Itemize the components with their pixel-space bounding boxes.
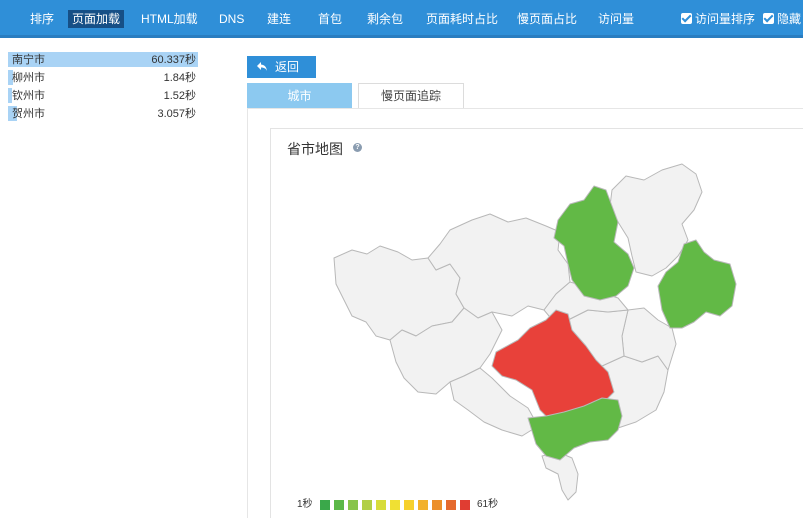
city-row[interactable]: 南宁市 60.337秒 [8, 51, 198, 69]
tab-city[interactable]: 城市 [247, 83, 352, 108]
city-value: 1.52秒 [163, 90, 196, 102]
help-icon[interactable]: ? [353, 143, 362, 152]
visits-sort-label: 访问量排序 [695, 12, 756, 26]
city-name: 南宁市 [12, 54, 45, 66]
back-button[interactable]: 返回 [247, 56, 316, 78]
content-divider [247, 108, 248, 518]
back-button-label: 返回 [275, 60, 300, 74]
nav-dns[interactable]: DNS [215, 10, 248, 28]
tab-slow-page-tracking[interactable]: 慢页面追踪 [358, 83, 464, 108]
nav-first-packet[interactable]: 首包 [314, 10, 346, 28]
hide-checkbox[interactable]: 隐藏 [763, 11, 801, 27]
city-list: 南宁市 60.337秒 柳州市 1.84秒 钦州市 1.52秒 贺州市 3.05… [8, 51, 198, 123]
legend-swatch[interactable] [362, 500, 372, 510]
hide-label: 隐藏 [777, 12, 802, 26]
tab-underline [247, 108, 803, 109]
nav-html-load[interactable]: HTML加载 [137, 10, 202, 28]
nav-page-load[interactable]: 页面加载 [68, 10, 125, 28]
legend-swatch[interactable] [418, 500, 428, 510]
nav-connect[interactable]: 建连 [263, 10, 295, 28]
city-row[interactable]: 柳州市 1.84秒 [8, 69, 198, 87]
checkbox-checked-icon[interactable] [681, 13, 692, 24]
visits-sort-checkbox[interactable]: 访问量排序 [681, 11, 755, 27]
legend-swatch[interactable] [404, 500, 414, 510]
nav-remaining-packet[interactable]: 剩余包 [363, 10, 407, 28]
legend-swatch[interactable] [348, 500, 358, 510]
nav-visits[interactable]: 访问量 [594, 10, 638, 28]
province-map [333, 163, 737, 501]
city-name: 柳州市 [12, 72, 45, 84]
legend-min-label: 1秒 [297, 499, 313, 510]
city-row[interactable]: 贺州市 3.057秒 [8, 105, 198, 123]
back-arrow-icon [257, 62, 267, 71]
nav-sort[interactable]: 排序 [26, 10, 58, 28]
legend-max-label: 61秒 [477, 499, 499, 510]
legend-swatch[interactable] [376, 500, 386, 510]
checkbox-checked-icon[interactable] [763, 13, 774, 24]
map-title: 省市地图 [287, 141, 343, 157]
nav-page-time-ratio[interactable]: 页面耗时占比 [422, 10, 502, 28]
legend-swatch[interactable] [460, 500, 470, 510]
city-value: 1.84秒 [163, 72, 196, 84]
legend-swatch[interactable] [320, 500, 330, 510]
legend-swatch[interactable] [432, 500, 442, 510]
city-name: 贺州市 [12, 108, 45, 120]
top-nav-bar: 排序 页面加载 HTML加载 DNS 建连 首包 剩余包 页面耗时占比 慢页面占… [0, 0, 803, 38]
nav-slow-page-ratio[interactable]: 慢页面占比 [513, 10, 581, 28]
city-name: 钦州市 [12, 90, 45, 102]
legend-swatch[interactable] [446, 500, 456, 510]
city-value: 3.057秒 [157, 108, 196, 120]
city-value: 60.337秒 [151, 54, 196, 66]
city-row[interactable]: 钦州市 1.52秒 [8, 87, 198, 105]
legend-swatch[interactable] [390, 500, 400, 510]
legend-swatch[interactable] [334, 500, 344, 510]
